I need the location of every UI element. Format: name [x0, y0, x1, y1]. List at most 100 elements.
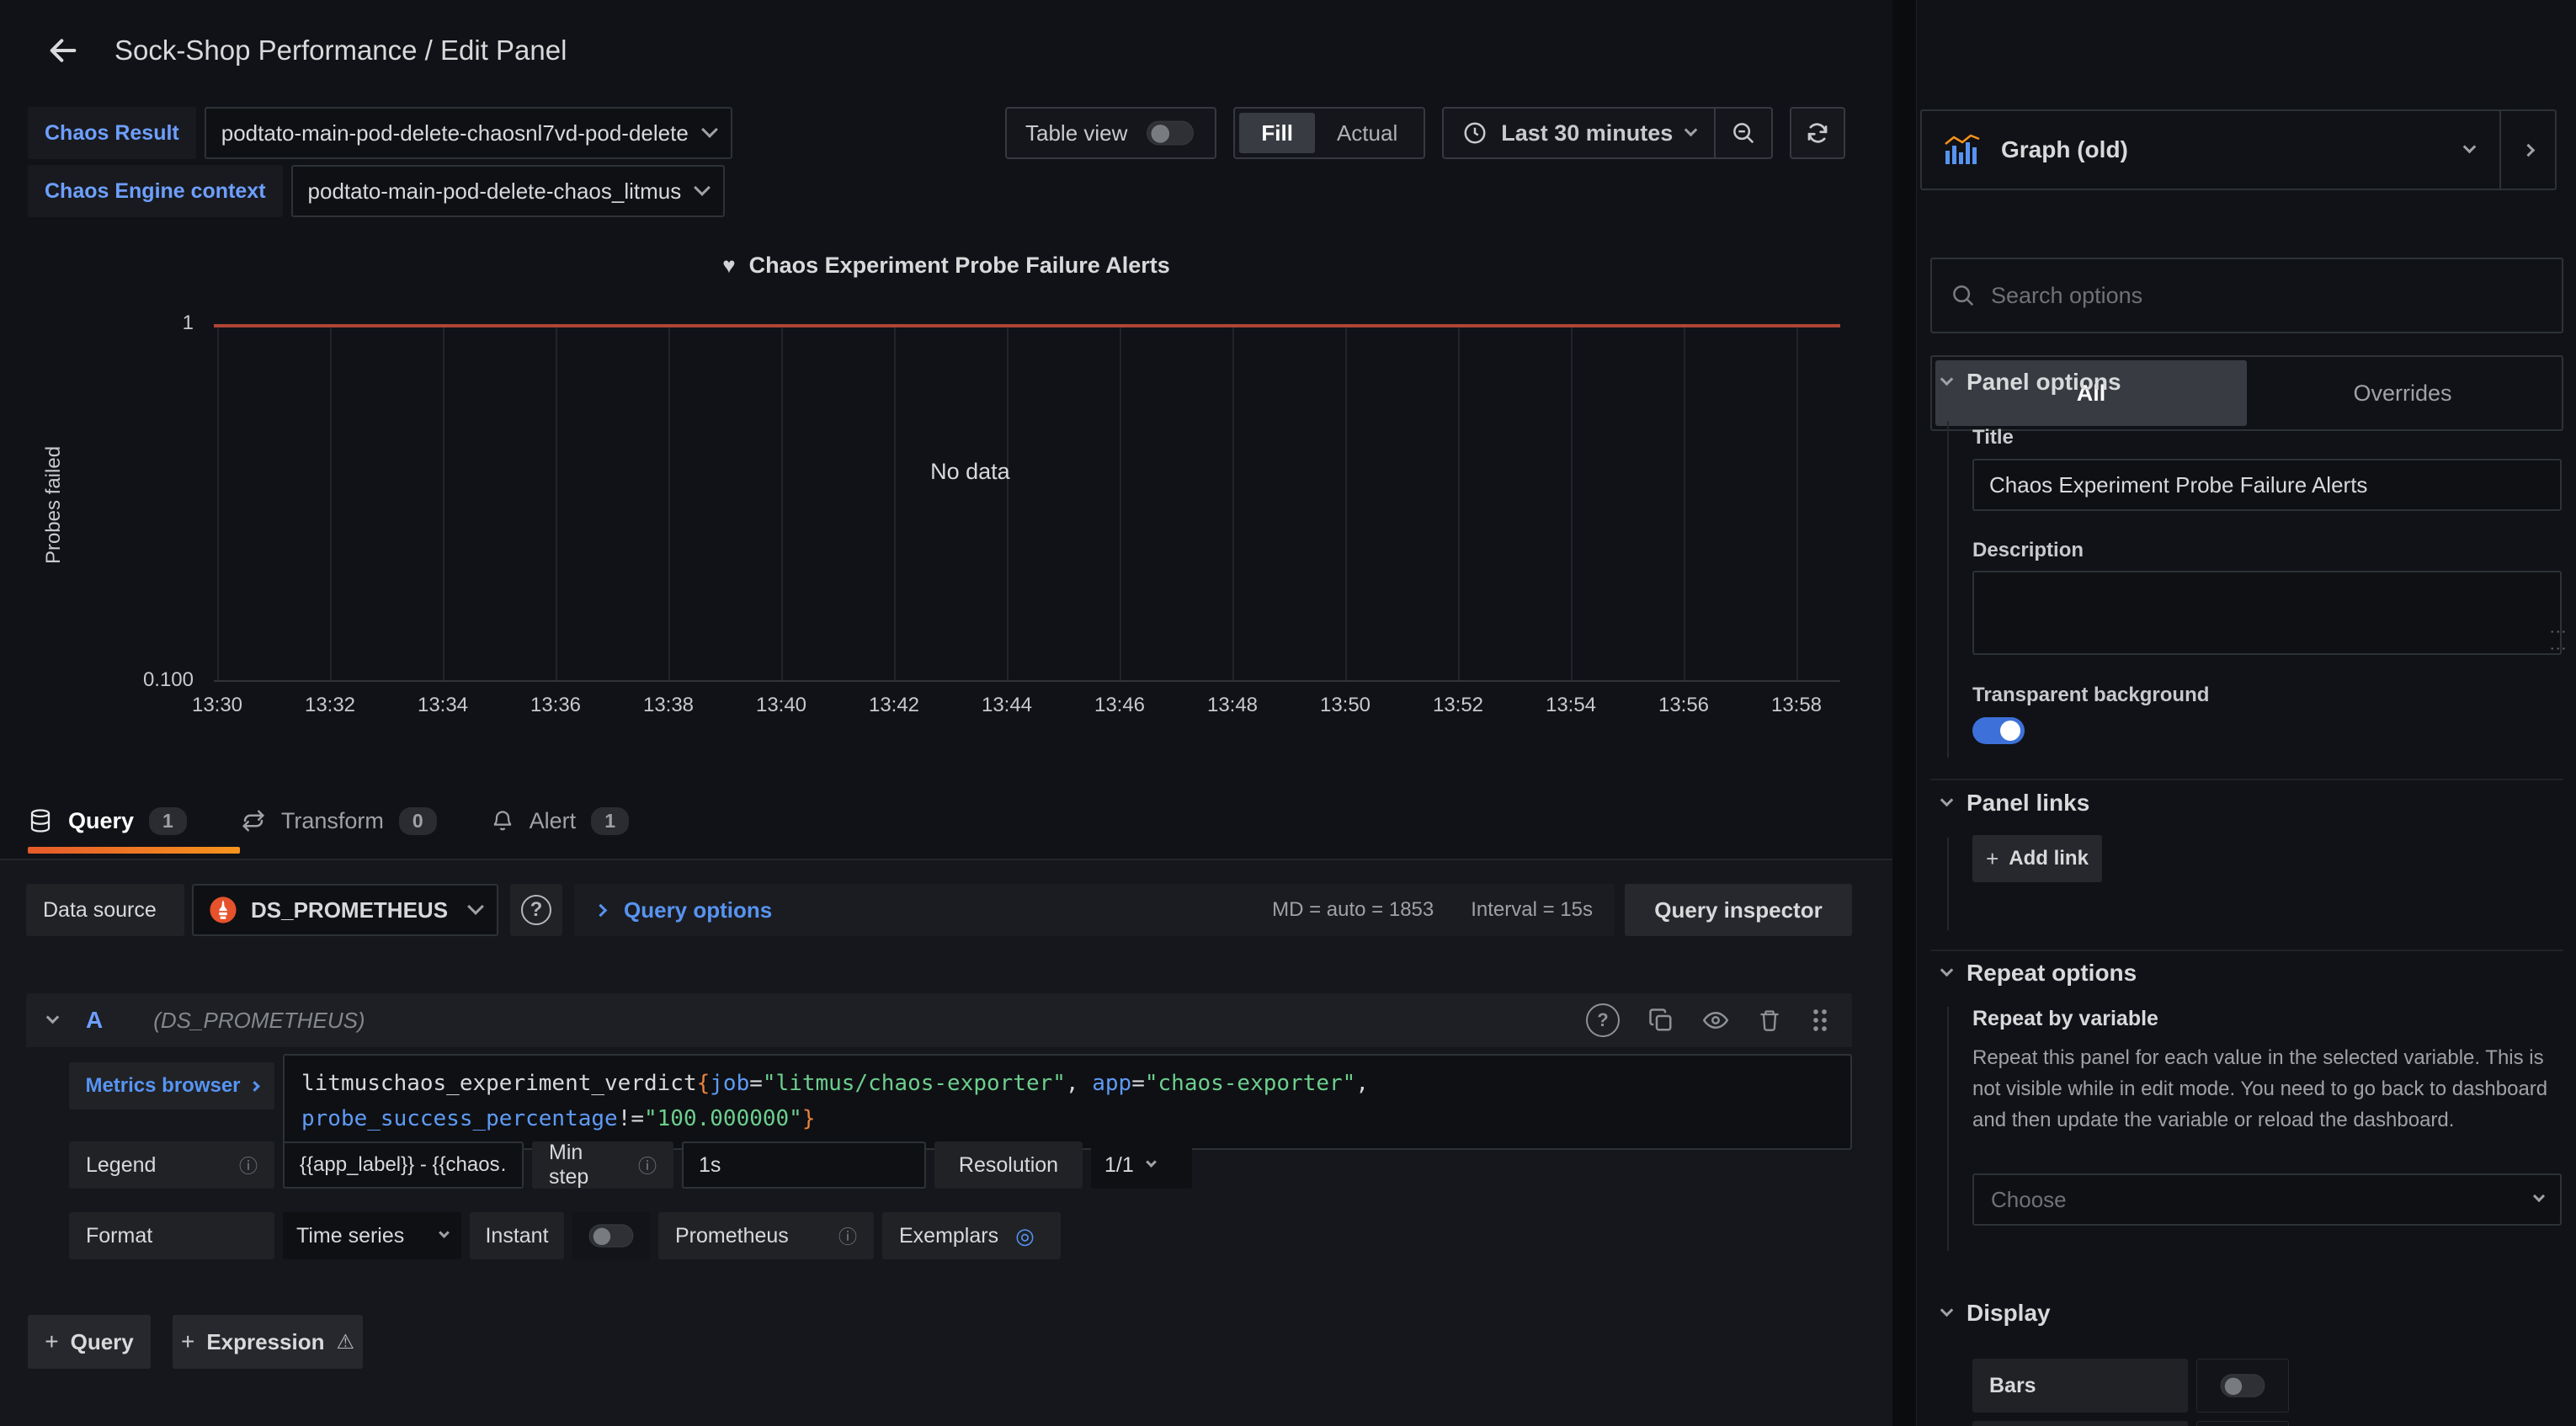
add-expression-button[interactable]: + Expression ⚠ — [173, 1315, 363, 1369]
panel-title-input[interactable] — [1972, 459, 2562, 511]
x-tick-label: 13:32 — [305, 694, 355, 717]
tab-alert[interactable]: Alert 1 — [491, 807, 629, 835]
repeat-variable-select[interactable]: Choose — [1972, 1173, 2562, 1226]
variable-value-dropdown[interactable]: podtato-main-pod-delete-chaosnl7vd-pod-d… — [205, 107, 732, 159]
table-view-toggle[interactable] — [1147, 121, 1195, 146]
promql-token: "chaos-exporter" — [1145, 1071, 1355, 1096]
toggle-viz-pane-button[interactable] — [2501, 111, 2555, 189]
promql-token: "100.000000" — [644, 1106, 802, 1131]
format-dropdown[interactable]: Time series — [283, 1212, 461, 1259]
chevron-down-icon — [2463, 140, 2477, 153]
exemplars-label: Exemplars — [899, 1224, 998, 1248]
duplicate-query-icon[interactable] — [1648, 1008, 1674, 1033]
time-controls: Last 30 minutes — [1442, 107, 1773, 159]
tab-count-badge: 1 — [591, 807, 629, 835]
promql-line: probe_success_percentage!="100.000000"} — [301, 1101, 1834, 1136]
section-display[interactable]: Display — [1942, 1300, 2051, 1327]
back-arrow-icon[interactable] — [44, 34, 82, 67]
section-panel-options[interactable]: Panel options — [1942, 369, 2121, 396]
tab-count-badge: 1 — [149, 807, 187, 835]
plus-icon: + — [181, 1328, 194, 1355]
visualization-picker[interactable]: Graph (old) — [1920, 109, 2557, 190]
promql-query-editor[interactable]: litmuschaos_experiment_verdict{job="litm… — [283, 1054, 1852, 1150]
gridline — [1458, 324, 1460, 680]
min-step-input[interactable] — [682, 1141, 926, 1189]
chevron-right-icon — [2521, 143, 2535, 157]
section-guide-line — [1947, 1007, 1949, 1251]
section-heading: Panel options — [1967, 369, 2121, 396]
variable-label: Chaos Result — [28, 107, 196, 159]
instant-label: Instant — [485, 1224, 548, 1248]
bars-label: Bars — [1989, 1374, 2036, 1398]
data-source-picker[interactable]: DS_PROMETHEUS — [192, 884, 498, 936]
question-circle-icon: ? — [521, 895, 551, 925]
fill-button[interactable]: Fill — [1239, 113, 1315, 153]
prometheus-icon — [209, 896, 237, 924]
panel-description-textarea[interactable] — [1972, 571, 2562, 655]
tab-transform[interactable]: Transform 0 — [241, 807, 437, 835]
exemplars-toggle-icon[interactable]: ◎ — [1015, 1223, 1035, 1249]
add-link-button[interactable]: + Add link — [1972, 835, 2102, 882]
tab-overrides[interactable]: Overrides — [2247, 360, 2558, 426]
chart-header[interactable]: ♥ Chaos Experiment Probe Failure Alerts — [0, 253, 1892, 279]
instant-label-box: Instant — [470, 1212, 564, 1259]
query-inspector-button[interactable]: Query inspector — [1625, 884, 1852, 936]
add-query-button[interactable]: + Query — [28, 1315, 151, 1369]
promql-token: = — [1131, 1071, 1145, 1096]
variable-value-dropdown[interactable]: podtato-main-pod-delete-chaos_litmus — [291, 165, 726, 217]
promql-token: != — [618, 1106, 644, 1131]
query-help-icon[interactable]: ? — [1586, 1003, 1620, 1037]
x-tick-label: 13:58 — [1771, 694, 1822, 717]
tab-label: Query — [68, 808, 134, 834]
variable-chaos-result: Chaos Result podtato-main-pod-delete-cha… — [28, 107, 732, 159]
info-icon: ⓘ — [239, 1152, 258, 1179]
x-tick-label: 13:54 — [1546, 694, 1596, 717]
x-tick-label: 13:46 — [1094, 694, 1145, 717]
datasource-help-button[interactable]: ? — [510, 884, 562, 936]
section-repeat-options[interactable]: Repeat options — [1942, 960, 2137, 987]
query-ref-id: A — [86, 1007, 103, 1034]
section-divider — [1930, 950, 2563, 951]
query-options-header[interactable]: Query options MD = auto = 1853 Interval … — [574, 884, 1615, 936]
instant-toggle[interactable] — [589, 1224, 634, 1247]
resize-handle-icon[interactable]: ⋮⋮ — [2548, 624, 2569, 657]
y-tick-max: 1 — [51, 311, 194, 335]
max-data-points-text: MD = auto = 1853 — [1272, 898, 1434, 922]
actual-button[interactable]: Actual — [1315, 113, 1419, 153]
pane-splitter[interactable] — [1892, 0, 1916, 1426]
zoom-out-button[interactable] — [1716, 109, 1771, 157]
plot-area[interactable]: No data — [214, 324, 1840, 682]
tab-count-badge: 0 — [399, 807, 437, 835]
add-query-label: Query — [71, 1329, 134, 1355]
metrics-browser-button[interactable]: Metrics browser — [69, 1062, 274, 1109]
y-tick-min: 0.100 — [51, 668, 194, 692]
tab-query[interactable]: Query 1 — [28, 807, 187, 835]
format-value: Time series — [296, 1224, 404, 1248]
resolution-dropdown[interactable]: 1/1 — [1091, 1141, 1192, 1189]
gridline — [894, 324, 896, 680]
transparent-background-toggle[interactable] — [1972, 717, 2025, 744]
drag-handle-icon[interactable] — [1810, 1008, 1830, 1033]
variable-label: Chaos Engine context — [28, 165, 283, 217]
refresh-button[interactable] — [1790, 107, 1845, 159]
delete-query-trash-icon[interactable] — [1758, 1008, 1781, 1033]
display-next-toggle-box — [2196, 1421, 2289, 1426]
disable-query-eye-icon[interactable] — [1702, 1008, 1729, 1033]
search-options-input[interactable] — [1991, 283, 2543, 309]
promql-token: job — [710, 1071, 749, 1096]
transform-icon — [241, 808, 266, 833]
section-guide-line — [1947, 838, 1949, 930]
table-view-label: Table view — [1025, 120, 1127, 146]
legend-format-input[interactable] — [283, 1141, 524, 1189]
data-source-label: Data source — [26, 884, 184, 936]
gridline — [668, 324, 670, 680]
bars-toggle[interactable] — [2221, 1374, 2265, 1397]
resolution-value: 1/1 — [1104, 1153, 1134, 1178]
choose-placeholder: Choose — [1991, 1187, 2067, 1213]
query-row-header[interactable]: A (DS_PROMETHEUS) ? — [26, 993, 1852, 1047]
gridline — [1007, 324, 1009, 680]
section-panel-links[interactable]: Panel links — [1942, 790, 2089, 817]
metrics-browser-label: Metrics browser — [85, 1074, 240, 1098]
time-range-picker[interactable]: Last 30 minutes — [1444, 109, 1714, 157]
zoom-out-icon — [1731, 120, 1756, 146]
